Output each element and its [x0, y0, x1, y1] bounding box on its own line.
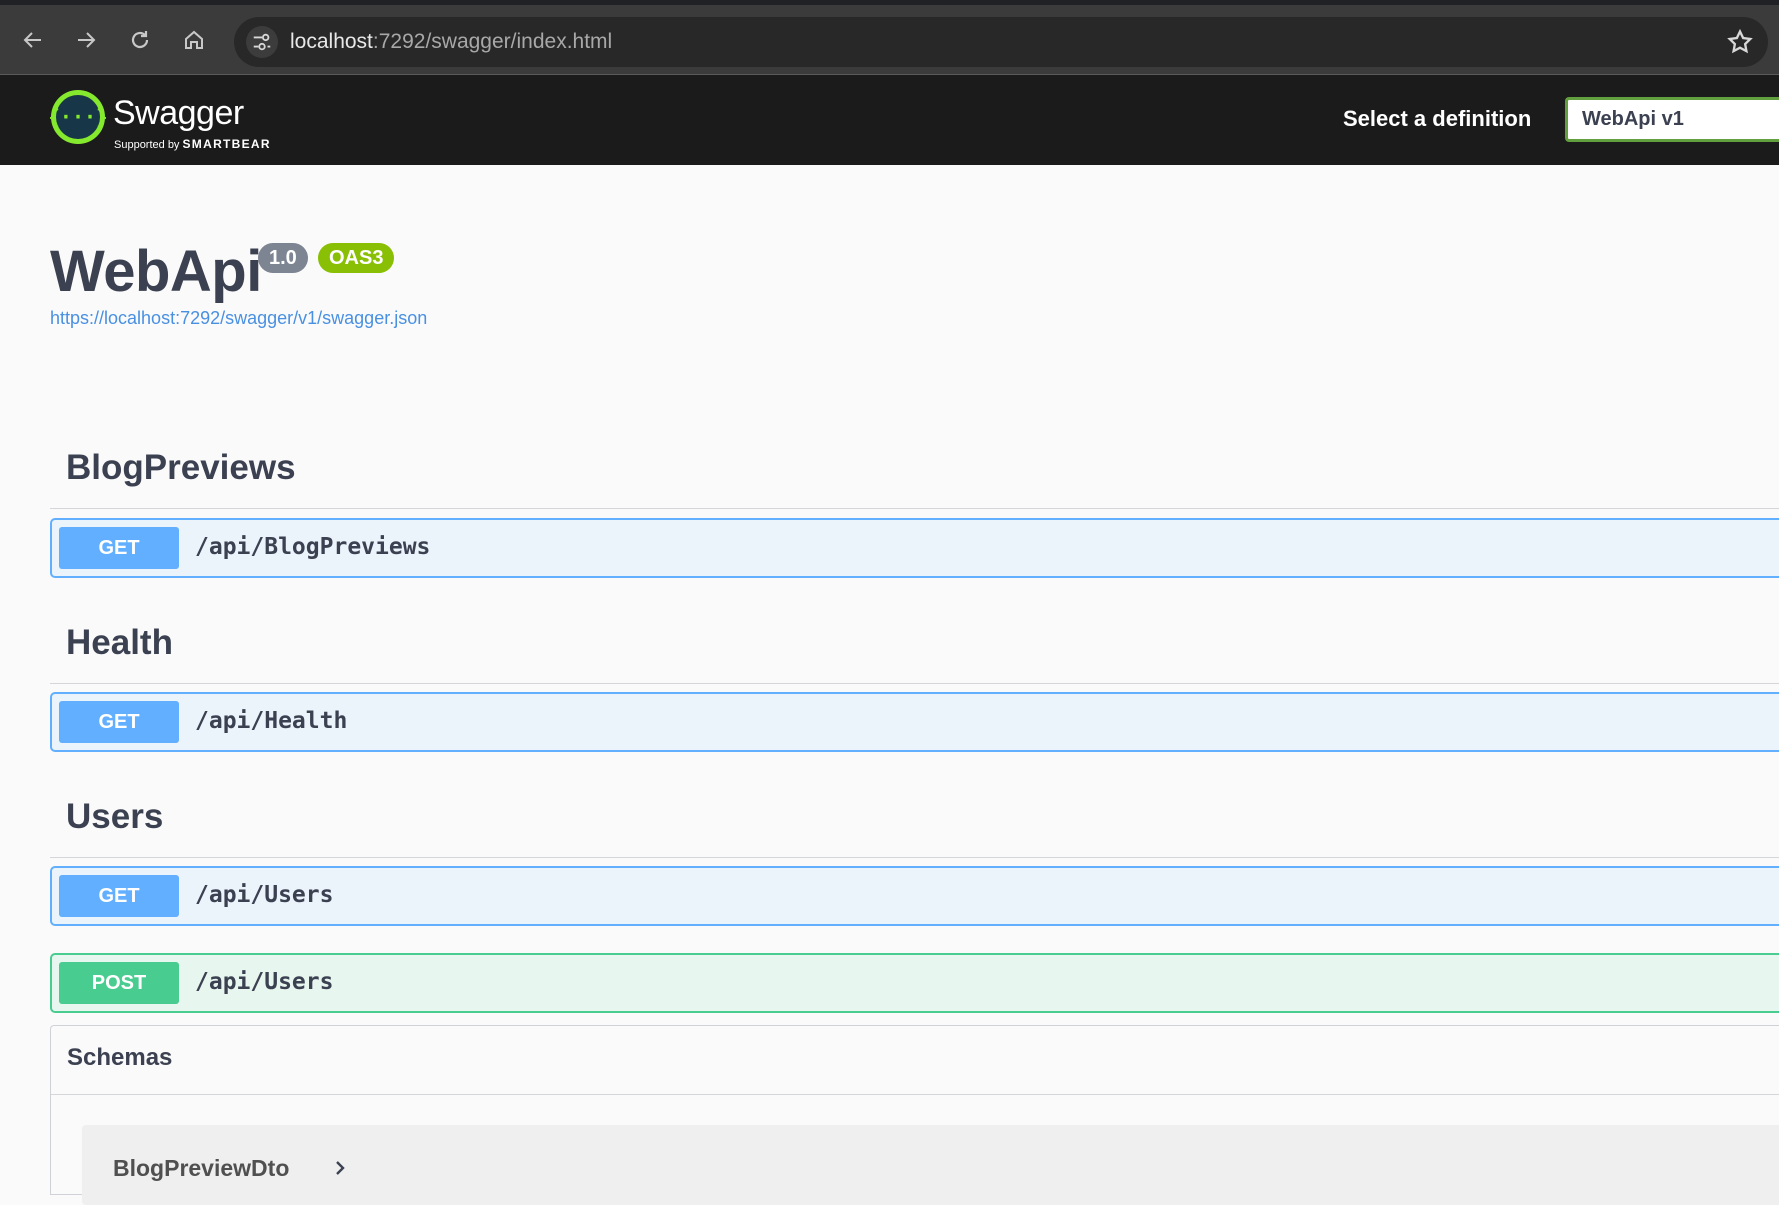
oas-badge: OAS3 — [318, 243, 395, 273]
bookmark-star-icon[interactable] — [1726, 28, 1754, 56]
divider — [50, 857, 1779, 858]
operation-path: /api/Users — [195, 882, 334, 908]
address-bar[interactable]: localhost:7292/swagger/index.html — [234, 17, 1768, 67]
schemas-section: Schemas BlogPreviewDto — [50, 1025, 1779, 1205]
chevron-right-icon — [336, 1161, 345, 1175]
operation-get-users[interactable]: GET /api/Users — [50, 866, 1779, 926]
swagger-logo-icon[interactable]: {···} — [50, 89, 106, 145]
logo-brand-text: SMARTBEAR — [182, 137, 271, 151]
method-badge: POST — [59, 962, 179, 1004]
svg-text:{···}: {···} — [50, 105, 106, 129]
forward-arrow-icon[interactable] — [70, 24, 102, 56]
schemas-title: Schemas — [67, 1044, 173, 1071]
method-badge: GET — [59, 527, 179, 569]
logo-subtitle: Supported by SMARTBEAR — [114, 137, 271, 151]
url-host: localhost — [290, 30, 373, 53]
address-url[interactable]: localhost:7292/swagger/index.html — [290, 30, 612, 54]
logo-title: Swagger — [113, 94, 244, 132]
tag-health-title[interactable]: Health — [66, 623, 173, 663]
model-name: BlogPreviewDto — [113, 1155, 290, 1181]
operation-get-health[interactable]: GET /api/Health — [50, 692, 1779, 752]
operation-post-users[interactable]: POST /api/Users — [50, 953, 1779, 1013]
home-icon[interactable] — [178, 24, 210, 56]
schemas-header[interactable]: Schemas — [51, 1026, 1779, 1095]
logo-supported-text: Supported by — [114, 139, 180, 151]
back-arrow-icon[interactable] — [17, 24, 49, 56]
spec-url-link[interactable]: https://localhost:7292/swagger/v1/swagge… — [50, 308, 427, 329]
schema-model-blogpreviewdto[interactable]: BlogPreviewDto — [82, 1125, 1779, 1205]
tag-blogpreviews-title[interactable]: BlogPreviews — [66, 448, 296, 488]
reload-icon[interactable] — [124, 24, 156, 56]
api-title: WebApi — [50, 239, 262, 304]
site-info-icon[interactable] — [246, 26, 278, 58]
operation-path: /api/BlogPreviews — [195, 534, 431, 560]
definition-label: Select a definition — [1343, 106, 1532, 131]
browser-toolbar: localhost:7292/swagger/index.html — [0, 0, 1779, 75]
operation-path: /api/Health — [195, 708, 348, 734]
version-badge: 1.0 — [258, 243, 308, 273]
divider — [50, 508, 1779, 509]
method-badge: GET — [59, 701, 179, 743]
operation-get-blogpreviews[interactable]: GET /api/BlogPreviews — [50, 518, 1779, 578]
definition-select[interactable]: WebApi v1 — [1565, 97, 1779, 142]
divider — [50, 683, 1779, 684]
tag-users-title[interactable]: Users — [66, 797, 163, 837]
method-badge: GET — [59, 875, 179, 917]
operation-path: /api/Users — [195, 969, 334, 995]
url-path: :7292/swagger/index.html — [372, 30, 613, 53]
swagger-topbar: {···} Swagger Supported by SMARTBEAR Sel… — [0, 75, 1779, 165]
